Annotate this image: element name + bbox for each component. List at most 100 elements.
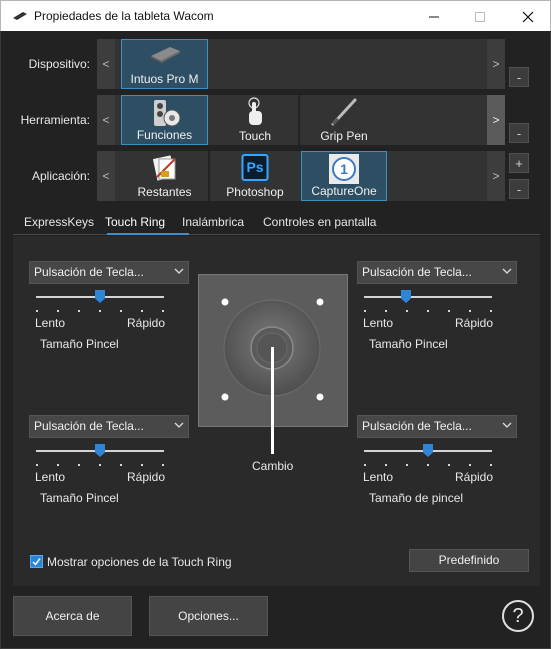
slider-tick bbox=[364, 310, 366, 312]
show-options-checkbox[interactable] bbox=[30, 555, 43, 568]
slider-tick bbox=[162, 464, 164, 466]
ring-mode1-speed-slider[interactable] bbox=[36, 289, 164, 319]
slider-tick bbox=[364, 464, 366, 466]
tool-separator bbox=[298, 95, 300, 145]
touch-hand-icon bbox=[248, 97, 262, 125]
help-button[interactable]: ? bbox=[502, 600, 534, 632]
ring-mode1-function-dropdown[interactable]: Pulsación de Tecla... bbox=[29, 261, 189, 284]
ring-mode4-caption: Tamaño de pincel bbox=[369, 491, 464, 505]
app-tile-photoshop[interactable]: Ps Photoshop bbox=[211, 151, 299, 201]
captureone-badge: 1 bbox=[332, 157, 356, 181]
slider-track bbox=[364, 296, 492, 298]
device-tile-intuos[interactable]: Intuos Pro M bbox=[121, 39, 208, 89]
tool-remove-button[interactable]: - bbox=[509, 123, 529, 143]
slider-tick bbox=[57, 464, 59, 466]
slider-tick bbox=[448, 464, 450, 466]
fast-label: Rápido bbox=[455, 316, 494, 330]
tool-prev-button[interactable]: < bbox=[97, 95, 115, 145]
app-add-button[interactable]: + bbox=[509, 153, 529, 173]
app-tile-restantes[interactable]: Restantes bbox=[121, 151, 208, 201]
close-button[interactable] bbox=[505, 1, 551, 32]
slider-tick bbox=[120, 310, 122, 312]
tool-tile-grip-pen[interactable]: Grip Pen bbox=[301, 95, 387, 145]
slider-thumb[interactable] bbox=[95, 290, 105, 303]
ring-mode2-speed-slider[interactable] bbox=[364, 289, 492, 319]
fast-label: Rápido bbox=[455, 470, 494, 484]
app-strip: < Restantes Ps Photoshop 1 CaptureOne > bbox=[97, 151, 505, 201]
window-title: Propiedades de la tableta Wacom bbox=[34, 9, 214, 23]
tool-strip: < Funciones Touch Grip Pen > bbox=[97, 95, 505, 145]
slider-tick bbox=[36, 310, 38, 312]
tab-expresskeys[interactable]: ExpressKeys bbox=[24, 215, 94, 229]
wacom-tablet-icon bbox=[13, 12, 27, 20]
minimize-button[interactable] bbox=[411, 1, 457, 32]
slider-tick bbox=[36, 464, 38, 466]
functions-icon bbox=[153, 100, 180, 127]
slider-tick bbox=[99, 464, 101, 466]
ring-mode4-speed-slider[interactable] bbox=[364, 443, 492, 473]
slider-thumb[interactable] bbox=[401, 290, 411, 303]
slider-tick bbox=[120, 464, 122, 466]
tool-next-button[interactable]: > bbox=[487, 95, 505, 145]
tool-tile-touch[interactable]: Touch bbox=[212, 95, 298, 145]
ring-mode2-function-dropdown[interactable]: Pulsación de Tecla... bbox=[357, 261, 517, 284]
device-remove-button[interactable]: - bbox=[509, 67, 529, 87]
ring-mode3-speed-slider[interactable] bbox=[36, 443, 164, 473]
chevron-down-icon bbox=[502, 422, 512, 428]
ring-mode3-caption: Tamaño Pincel bbox=[40, 491, 119, 505]
slider-tick bbox=[99, 310, 101, 312]
app-tile-label: Photoshop bbox=[226, 185, 284, 199]
slider-tick bbox=[78, 464, 80, 466]
options-button[interactable]: Opciones... bbox=[149, 596, 268, 636]
slider-tick bbox=[162, 310, 164, 312]
dropdown-value: Pulsación de Tecla... bbox=[362, 265, 472, 279]
device-label: Dispositivo: bbox=[28, 57, 90, 71]
tab-controles-pantalla[interactable]: Controles en pantalla bbox=[263, 215, 376, 229]
slider-tick bbox=[141, 310, 143, 312]
slider-tick bbox=[427, 310, 429, 312]
default-button[interactable]: Predefinido bbox=[409, 549, 529, 572]
tool-tile-funciones[interactable]: Funciones bbox=[121, 95, 208, 145]
slider-tick bbox=[490, 310, 492, 312]
slider-thumb[interactable] bbox=[95, 444, 105, 457]
fast-label: Rápido bbox=[127, 470, 166, 484]
chevron-down-icon bbox=[174, 422, 184, 428]
app-tile-label: Restantes bbox=[137, 185, 192, 199]
checkmark-icon bbox=[32, 558, 41, 566]
slider-tick bbox=[427, 464, 429, 466]
show-options-label[interactable]: Mostrar opciones de la Touch Ring bbox=[47, 555, 232, 569]
center-button-label: Cambio bbox=[252, 459, 294, 473]
tool-tile-label: Funciones bbox=[136, 128, 193, 142]
slider-thumb[interactable] bbox=[423, 444, 433, 457]
app-prev-button[interactable]: < bbox=[97, 151, 115, 201]
app-next-button[interactable]: > bbox=[487, 151, 505, 201]
slider-tick bbox=[469, 464, 471, 466]
slider-tick bbox=[406, 310, 408, 312]
device-next-button[interactable]: > bbox=[487, 39, 505, 89]
slider-tick bbox=[490, 464, 492, 466]
captureone-icon: 1 bbox=[329, 154, 359, 184]
tab-touch-ring[interactable]: Touch Ring bbox=[105, 215, 165, 229]
slider-tick bbox=[469, 310, 471, 312]
help-icon: ? bbox=[512, 604, 524, 627]
maximize-button[interactable] bbox=[457, 1, 503, 32]
device-prev-button[interactable]: < bbox=[97, 39, 115, 89]
slow-label: Lento bbox=[363, 470, 394, 484]
pen-icon bbox=[331, 98, 357, 126]
app-tile-captureone[interactable]: 1 CaptureOne bbox=[301, 151, 387, 201]
tool-label: Herramienta: bbox=[20, 113, 90, 127]
slider-tick bbox=[385, 310, 387, 312]
ring-mode3-function-dropdown[interactable]: Pulsación de Tecla... bbox=[29, 415, 189, 438]
device-tile-label: Intuos Pro M bbox=[130, 72, 199, 86]
device-strip: < Intuos Pro M > bbox=[97, 39, 505, 89]
about-button[interactable]: Acerca de bbox=[13, 596, 132, 636]
chevron-down-icon bbox=[502, 268, 512, 274]
ring-mode4-function-dropdown[interactable]: Pulsación de Tecla... bbox=[357, 415, 517, 438]
close-icon bbox=[522, 11, 534, 22]
app-separator bbox=[208, 151, 210, 201]
maximize-icon bbox=[475, 11, 485, 22]
tab-inalambrica[interactable]: Inalámbrica bbox=[182, 215, 244, 229]
dropdown-value: Pulsación de Tecla... bbox=[362, 419, 472, 433]
app-remove-button[interactable]: - bbox=[509, 179, 529, 199]
app-label: Aplicación: bbox=[31, 169, 90, 183]
